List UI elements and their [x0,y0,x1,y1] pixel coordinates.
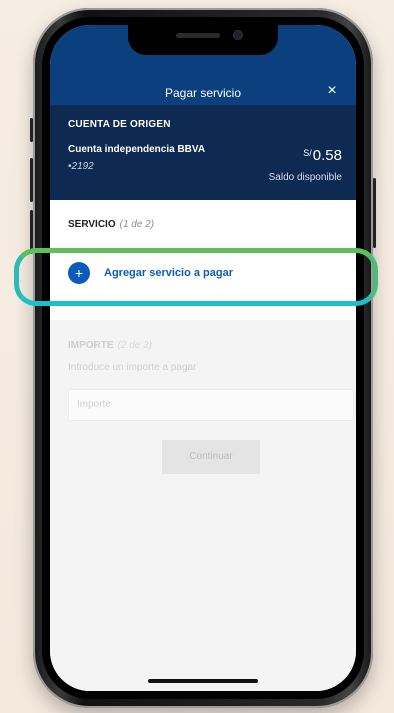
home-indicator [148,679,258,683]
close-icon[interactable]: × [322,81,342,101]
balance-label: Saldo disponible [268,172,342,183]
speaker [176,33,220,38]
bezel: Pagar servicio × CUENTA DE ORIGEN Cuenta… [42,17,364,699]
amount-title: IMPORTE (2 de 2) [68,340,152,351]
plus-icon[interactable]: + [68,262,90,284]
balance-value: 0.58 [312,147,342,164]
notch [128,25,278,55]
amount-section: IMPORTE (2 de 2) Introduce un importe a p… [50,320,356,691]
front-camera [234,31,242,39]
origin-heading: CUENTA DE ORIGEN [68,119,171,130]
phone-frame: Pagar servicio × CUENTA DE ORIGEN Cuenta… [30,8,376,708]
amount-hint: Introduce un importe a pagar [68,362,197,373]
side-button [30,118,33,142]
account-name: Cuenta independencia BBVA [68,144,206,155]
continue-button[interactable]: Continuar [162,440,260,474]
add-service-label[interactable]: Agregar servicio a pagar [104,267,233,279]
page-title: Pagar servicio [164,86,242,100]
amount-title-text: IMPORTE [68,340,114,351]
amount-step: (2 de 2) [117,340,153,351]
screen: Pagar servicio × CUENTA DE ORIGEN Cuenta… [50,25,356,691]
volume-up-button [30,158,33,202]
service-step: (1 de 2) [119,219,155,230]
account-balance: S/0.58 [303,147,342,164]
service-title-text: SERVICIO [68,219,116,230]
service-title: SERVICIO (1 de 2) [68,219,154,230]
volume-down-button [30,210,33,254]
power-button [373,178,376,248]
origin-account-panel: CUENTA DE ORIGEN Cuenta independencia BB… [50,105,356,200]
add-service-button[interactable]: + Agregar servicio a pagar [68,260,233,286]
amount-input[interactable]: Importe [68,389,354,421]
account-number: •2192 [68,161,94,172]
service-section: SERVICIO (1 de 2) + Agregar servicio a pa… [50,200,356,320]
currency-symbol: S/ [303,148,312,158]
